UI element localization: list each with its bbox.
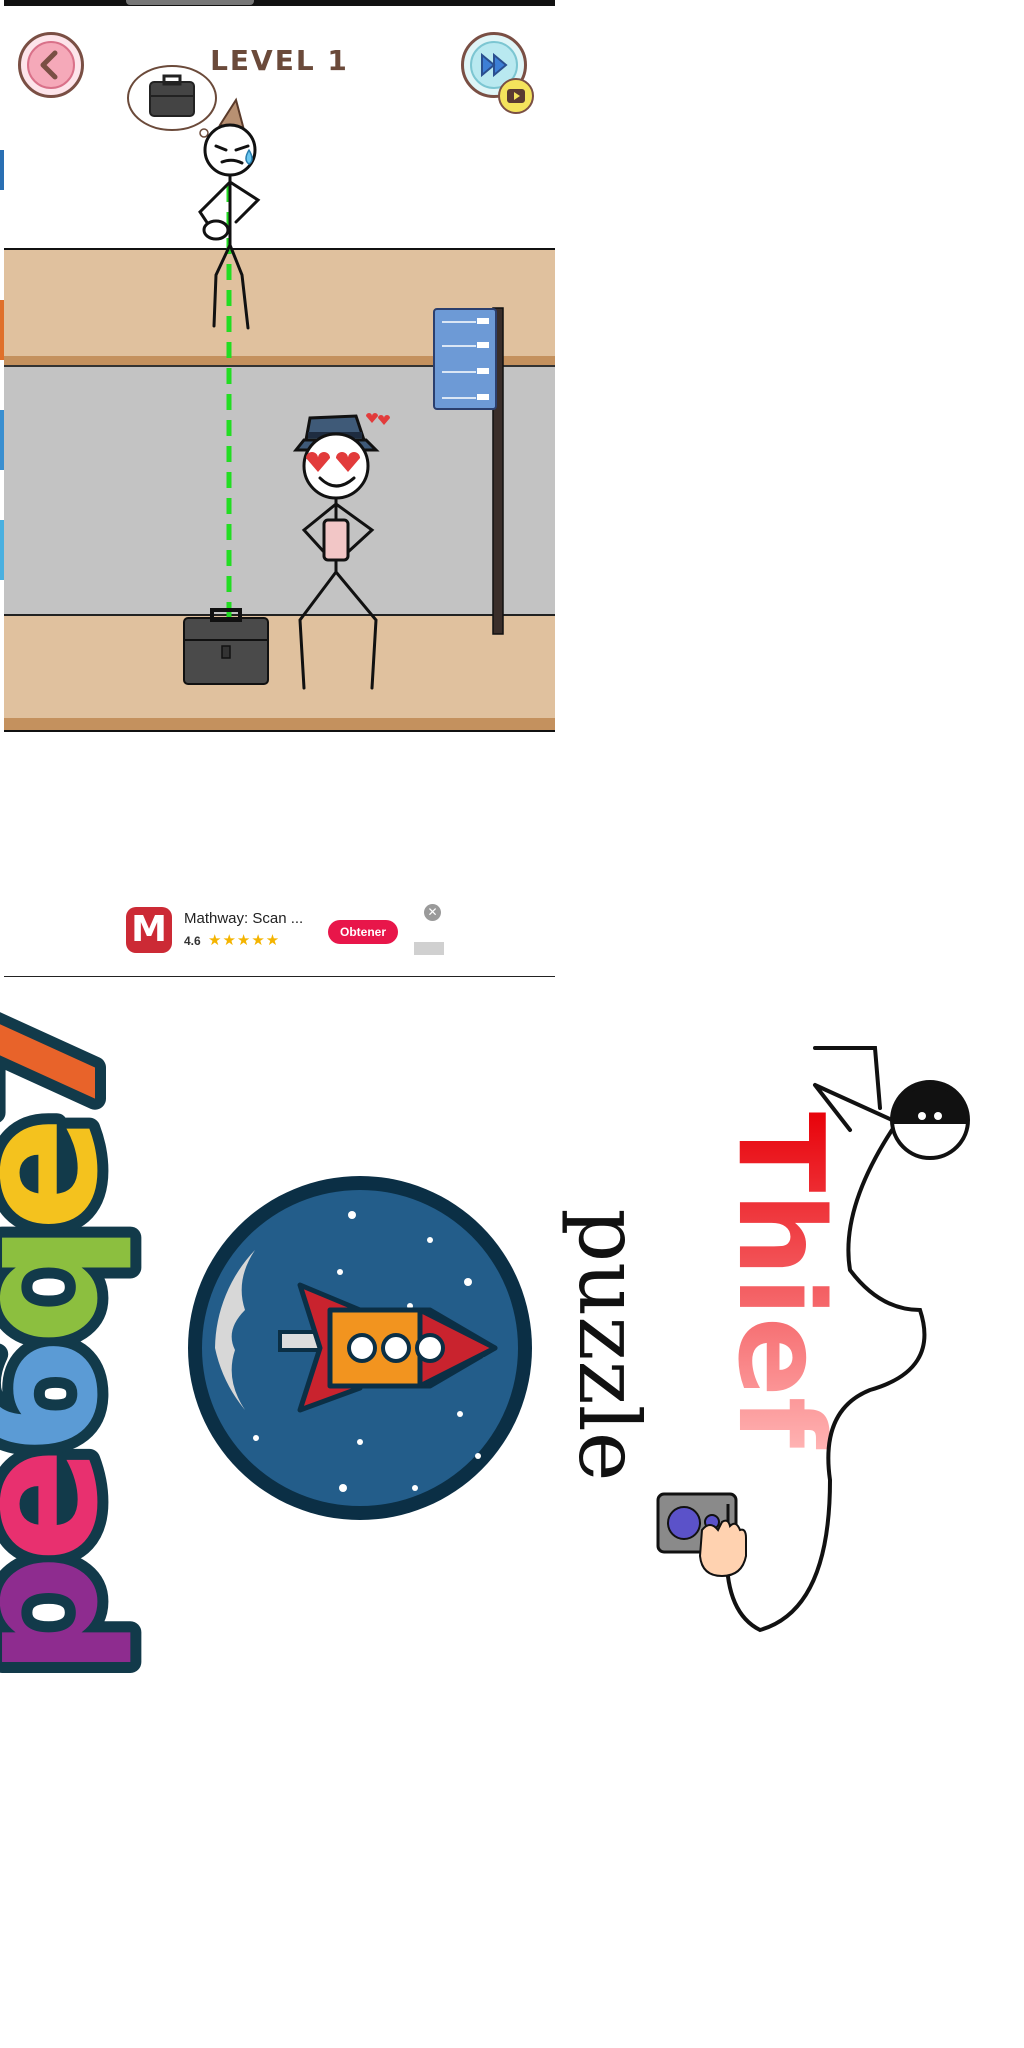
mathway-app-icon: M [126,907,172,953]
ad-install-button[interactable]: Obtener [328,920,398,944]
lower-sidewalk [4,616,555,718]
ad-banner[interactable]: M Mathway: Scan ... 4.6 ★★★★★ Obtener ✕ [122,898,452,964]
briefcase-item[interactable] [183,608,269,685]
edge-strip [0,300,4,360]
adchoices-badge[interactable] [414,942,444,955]
svg-text:pe6qe7: pe6qe7 [0,1014,136,1677]
rocket-logo [188,1176,532,1520]
edge-strip [0,520,4,580]
edge-strip [0,410,4,470]
ad-rating: 4.6 [184,934,201,948]
detonator-icon [656,1492,747,1578]
thought-bubble [127,65,217,143]
game-screen: LEVEL 1 M Mathway: Scan ... 4.6 ★★★★★ Ob… [4,0,555,977]
logo-collage: pe6qe7 pe6qe7 [0,1003,1024,1690]
edge-strip [0,150,4,190]
star-rating-icon: ★★★★★ [208,932,281,949]
game-scene [4,65,555,732]
close-icon[interactable]: ✕ [424,904,441,921]
thief-puzzle-logo: Thief puzzle [560,1046,970,1633]
ad-app-name: Mathway: Scan ... [184,910,304,927]
briefcase-thought-icon [149,74,195,117]
thief-word: Thief [712,1112,850,1450]
puzzle-word: puzzle [560,1209,658,1482]
collage-art: pe6qe7 pe6qe7 [0,1003,970,1687]
